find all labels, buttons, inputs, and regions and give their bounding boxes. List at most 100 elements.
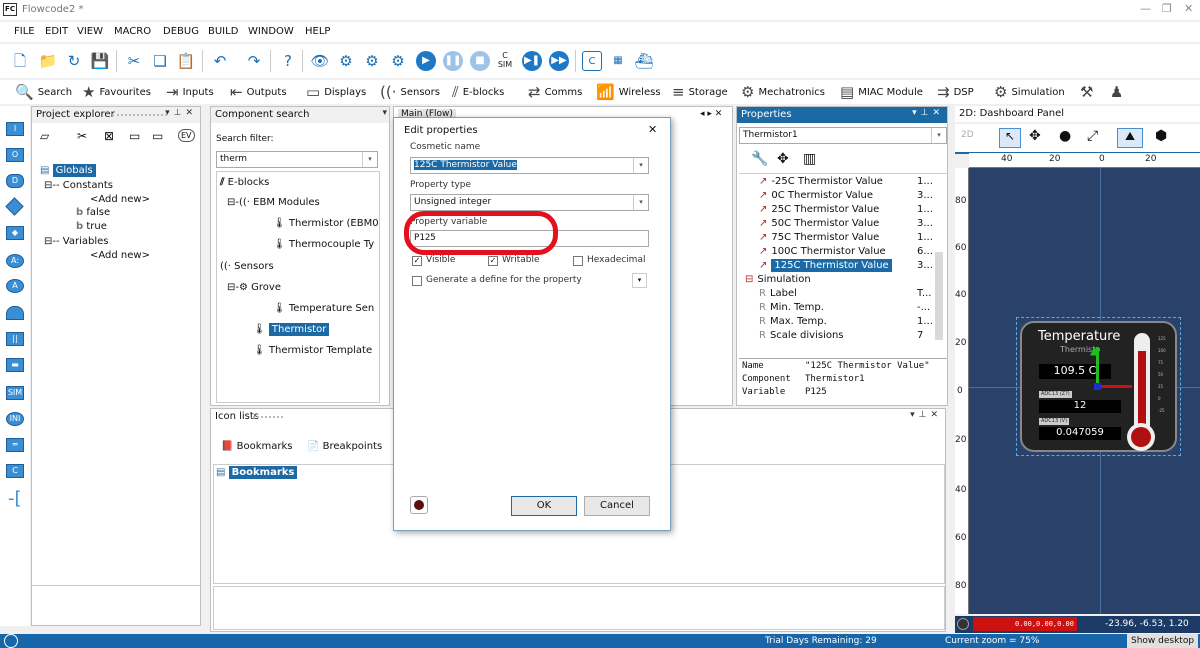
property-row[interactable]: R Label	[759, 288, 797, 299]
menu-debug[interactable]: DEBUG	[163, 26, 199, 37]
bookmarks-tab[interactable]: 📕 Bookmarks	[221, 441, 293, 452]
pause-icon[interactable]: ❚❚	[443, 51, 463, 71]
dialog-close-icon[interactable]: ✕	[648, 123, 657, 136]
menu-window[interactable]: WINDOW	[248, 26, 294, 37]
property-type-select[interactable]: Unsigned integer ▾	[410, 194, 649, 211]
copy-icon[interactable]: ❏	[150, 51, 170, 71]
eye-icon[interactable]: 👁	[310, 51, 330, 71]
tree-globals[interactable]: Globals	[52, 164, 96, 177]
scene-icon[interactable]: ⛰	[1117, 128, 1143, 148]
property-row[interactable]: R Scale divisions	[759, 330, 844, 341]
calculation-icon[interactable]: A:	[6, 254, 24, 268]
decision-icon[interactable]	[5, 197, 24, 216]
menu-macro[interactable]: MACRO	[114, 26, 151, 37]
shapes-button[interactable]: ♟	[1110, 83, 1123, 101]
compile-hex-icon[interactable]: ⚙	[336, 51, 356, 71]
move-view-icon[interactable]: ✥	[1029, 128, 1041, 144]
tree-temperature-sensor[interactable]: 🌡 Temperature Sen	[273, 303, 374, 314]
menu-build[interactable]: BUILD	[208, 26, 238, 37]
play-icon[interactable]: ▶	[416, 51, 436, 71]
outputs-button[interactable]: ⇤ Outputs	[230, 83, 287, 101]
resize-icon[interactable]: ⤢	[1087, 128, 1098, 144]
show-desktop-button[interactable]: Show desktop	[1127, 634, 1199, 648]
property-row[interactable]: ↗ 100C Thermistor Value	[759, 246, 886, 257]
mode-2d-button[interactable]: 2D	[961, 130, 974, 140]
cube-icon[interactable]: ⬢	[1155, 128, 1167, 144]
properties-selector[interactable]: Thermistor1 ▾	[739, 127, 947, 144]
new-icon[interactable]: ▱	[40, 129, 49, 143]
mechatronics-button[interactable]: ⚙ Mechatronics	[741, 83, 825, 101]
macro-icon[interactable]: ||	[6, 332, 24, 346]
miac-button[interactable]: ▤ MIAC Module	[840, 83, 923, 101]
inputs-button[interactable]: ⇥ Inputs	[166, 83, 214, 101]
menu-edit[interactable]: EDIT	[45, 26, 68, 37]
hexadecimal-checkbox[interactable]	[573, 256, 583, 266]
tree-thermocouple[interactable]: 🌡 Thermocouple Ty	[273, 239, 374, 250]
breakpoints-tab[interactable]: 📄 Breakpoints	[307, 441, 382, 452]
panel-icon[interactable]: ▥	[803, 151, 816, 167]
property-row[interactable]: ↗ 125C Thermistor Value	[759, 259, 892, 272]
tree-add-new-variable[interactable]: <Add new>	[90, 250, 150, 261]
output-icon[interactable]: O	[6, 148, 24, 162]
block2-icon[interactable]: ▭	[152, 129, 163, 143]
thermometer-component[interactable]: Temperature Thermisto 109.5 C ADC13 (Z?)…	[1016, 317, 1181, 456]
paste-icon[interactable]: 📋	[176, 51, 196, 71]
property-row[interactable]: R Max. Temp.	[759, 316, 827, 327]
comment-icon[interactable]: -[	[8, 488, 22, 509]
cosmetic-name-field[interactable]: 125C Thermistor Value ▾	[410, 157, 649, 174]
bookmarks-root[interactable]: ▤ Bookmarks	[216, 466, 298, 479]
property-row[interactable]: ⊟ Simulation	[745, 274, 811, 285]
property-row[interactable]: ↗ 75C Thermistor Value	[759, 232, 879, 243]
wrench-icon[interactable]: 🔧	[751, 151, 768, 167]
stop-icon[interactable]: ■	[470, 51, 490, 71]
cancel-button[interactable]: Cancel	[584, 496, 650, 516]
cut-icon[interactable]: ✂	[124, 51, 144, 71]
sim-icon[interactable]: SIM	[6, 386, 24, 400]
property-row[interactable]: R Min. Temp.	[759, 302, 824, 313]
help-icon[interactable]: ?	[278, 51, 298, 71]
step-over-icon[interactable]: ▶▶	[549, 51, 569, 71]
tree-true[interactable]: b true	[76, 221, 107, 232]
save-icon[interactable]: 💾	[90, 51, 110, 71]
delete-icon[interactable]: ⊠	[104, 129, 114, 143]
sensors-button[interactable]: ((· Sensors	[380, 83, 440, 101]
property-row[interactable]: ↗ 0C Thermistor Value	[759, 190, 873, 201]
eblocks-button[interactable]: ⫽ E-blocks	[452, 83, 504, 101]
menu-view[interactable]: VIEW	[77, 26, 103, 37]
binary-icon[interactable]: ▦	[608, 51, 628, 71]
menu-file[interactable]: FILE	[14, 26, 35, 37]
equals-icon[interactable]: ═	[6, 438, 24, 452]
define-dropdown[interactable]: ▾	[632, 273, 647, 288]
tree-add-new-constant[interactable]: <Add new>	[90, 194, 150, 205]
ship-icon[interactable]: ⛴	[634, 51, 654, 71]
delay-icon[interactable]: D	[6, 174, 24, 188]
tree-thermistor-ebm[interactable]: 🌡 Thermistor (EBM0	[273, 218, 379, 229]
tree-false[interactable]: b false	[76, 207, 110, 218]
pointer-icon[interactable]: ↖	[999, 128, 1021, 148]
tree-variables[interactable]: ⊟-- Variables	[44, 236, 108, 247]
simulation-button[interactable]: ⚙ Simulation	[994, 83, 1065, 101]
switch-icon[interactable]: ◆	[6, 226, 24, 240]
favourites-button[interactable]: ★ Favourites	[82, 83, 151, 101]
c-sim-icon[interactable]: C SIM	[495, 51, 515, 71]
ev-icon[interactable]: EV	[178, 129, 195, 142]
input-icon[interactable]: I	[6, 122, 24, 136]
move-icon[interactable]: ✥	[777, 151, 789, 167]
minimize-icon[interactable]: —	[1140, 2, 1151, 15]
writable-checkbox[interactable]: ✓	[488, 256, 498, 266]
close-icon[interactable]: ✕	[1184, 2, 1193, 15]
c-code-icon[interactable]: C	[582, 51, 602, 71]
displays-button[interactable]: ▭ Displays	[306, 83, 366, 101]
tree-eblocks[interactable]: ⫽ E-blocks	[220, 177, 269, 188]
open-folder-icon[interactable]: 📁	[38, 51, 58, 71]
wireless-button[interactable]: 📶 Wireless	[596, 83, 661, 101]
properties-scrollbar[interactable]	[935, 252, 943, 340]
reload-icon[interactable]: ↻	[64, 51, 84, 71]
property-row[interactable]: ↗ 25C Thermistor Value	[759, 204, 879, 215]
new-file-icon[interactable]: 🗋	[10, 51, 30, 71]
tree-constants[interactable]: ⊟-- Constants	[44, 180, 113, 191]
connection-icon[interactable]: A	[6, 279, 24, 293]
restore-icon[interactable]: ❐	[1162, 2, 1172, 15]
start-icon[interactable]	[4, 634, 18, 648]
generate-define-checkbox[interactable]	[412, 276, 422, 286]
